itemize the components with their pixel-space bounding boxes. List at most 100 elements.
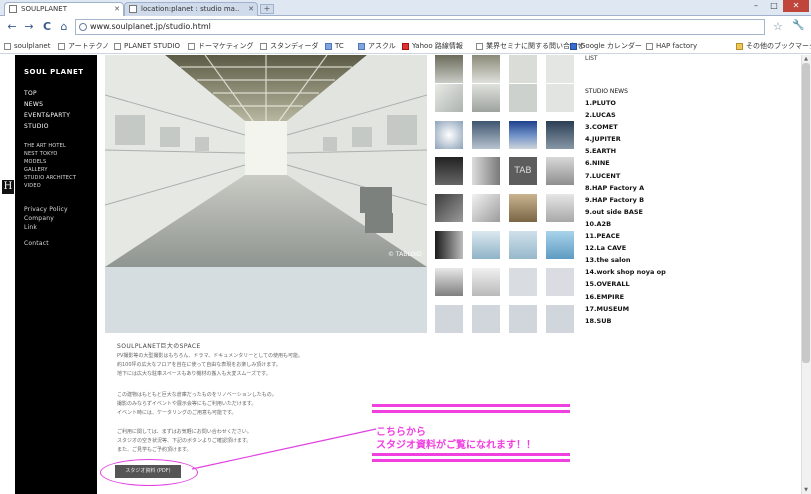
thumbnail[interactable] — [435, 194, 463, 222]
nav-contact[interactable]: Contact — [24, 239, 49, 248]
bookmark-folder[interactable]: その他のブックマーク — [736, 40, 811, 52]
home-icon[interactable]: ⌂ — [57, 20, 71, 34]
nav-gallery[interactable]: GALLERY — [24, 166, 76, 174]
news-item[interactable]: 9.HAP Factory B — [585, 194, 666, 206]
nav-company[interactable]: Company — [24, 214, 68, 223]
thumbnail[interactable] — [472, 121, 500, 149]
thumbnail[interactable] — [546, 121, 574, 149]
thumbnail[interactable] — [435, 268, 463, 296]
thumbnail[interactable] — [435, 121, 463, 149]
bookmark-item[interactable]: Yahoo 路線情報 — [402, 40, 463, 52]
thumbnail[interactable] — [435, 84, 463, 112]
thumbnail[interactable] — [472, 55, 500, 83]
nav-studio-architect[interactable]: STUDIO ARCHITECT — [24, 174, 76, 182]
wrench-menu-icon[interactable]: 🔧 — [792, 20, 804, 31]
nav-art-hotel[interactable]: THE ART HOTEL — [24, 142, 76, 150]
scroll-up-arrow-icon[interactable]: ▲ — [801, 55, 811, 63]
nav-news[interactable]: NEWS — [24, 99, 70, 110]
bookmark-item[interactable]: アートテクノ — [58, 40, 109, 52]
thumbnail[interactable] — [546, 231, 574, 259]
news-item[interactable]: 9.out side BASE — [585, 206, 666, 218]
news-item[interactable]: 12.La CAVE — [585, 242, 666, 254]
bookmark-item[interactable]: soulplanet — [4, 40, 50, 52]
nav-studio[interactable]: STUDIO — [24, 121, 70, 132]
news-item[interactable]: 3.COMET — [585, 121, 666, 133]
thumbnail[interactable] — [509, 305, 537, 333]
news-item[interactable]: 17.MUSEUM — [585, 303, 666, 315]
thumbnail[interactable] — [546, 305, 574, 333]
bookmark-star-icon[interactable]: ☆ — [773, 20, 783, 33]
thumbnail[interactable] — [546, 194, 574, 222]
tab-close-icon[interactable]: ✕ — [114, 3, 120, 15]
news-item[interactable]: 14.work shop noya op — [585, 266, 666, 278]
news-item[interactable]: 5.EARTH — [585, 145, 666, 157]
back-arrow-icon[interactable]: ← — [5, 20, 19, 34]
minimize-button[interactable]: – — [747, 0, 765, 12]
thumbnail[interactable] — [472, 84, 500, 112]
news-item[interactable]: 8.HAP Factory A — [585, 182, 666, 194]
address-bar[interactable]: www.soulplanet.jp/studio.html — [75, 19, 765, 35]
news-item[interactable]: 4.JUPITER — [585, 133, 666, 145]
tab-studio[interactable]: location:planet : studio ma.. ✕ — [124, 2, 258, 16]
news-item[interactable]: 13.the salon — [585, 254, 666, 266]
bookmark-item[interactable]: ドーマケティング — [188, 40, 253, 52]
bookmark-item[interactable]: HAP factory — [646, 40, 697, 52]
thumbnail[interactable] — [546, 157, 574, 185]
news-item[interactable]: 16.EMPIRE — [585, 291, 666, 303]
thumbnail[interactable] — [546, 84, 574, 112]
site-logo[interactable]: SOUL PLANET — [24, 68, 84, 76]
bookmark-item[interactable]: PLANET STUDIO — [114, 40, 180, 52]
news-item[interactable]: 15.OVERALL — [585, 278, 666, 290]
bookmark-item[interactable]: TC — [325, 40, 344, 52]
maximize-button[interactable]: □ — [765, 0, 783, 12]
news-item[interactable]: 18.SUB — [585, 315, 666, 327]
new-tab-button[interactable]: + — [260, 4, 274, 14]
nav-link[interactable]: Link — [24, 223, 68, 232]
forward-arrow-icon[interactable]: → — [22, 20, 36, 34]
bookmark-item[interactable]: アスクル — [358, 40, 396, 52]
thumbnail[interactable] — [509, 121, 537, 149]
news-item[interactable]: 7.LUCENT — [585, 170, 666, 182]
page-favicon-icon — [129, 5, 137, 13]
bookmark-item[interactable]: 業界セミナに関する問い合わせ — [476, 40, 584, 52]
thumbnail[interactable] — [472, 194, 500, 222]
text-line: PV撮影等の大型撮影はもちろん、ドラマ、ドキュメンタリーとしての使用も可能。 — [117, 353, 304, 359]
thumbnail[interactable] — [472, 305, 500, 333]
nav-top[interactable]: TOP — [24, 88, 70, 99]
tab-soulplanet[interactable]: SOULPLANET ✕ — [4, 2, 124, 16]
bookmark-item[interactable]: Google カレンダー — [570, 40, 642, 52]
scrollbar-thumb[interactable] — [802, 63, 810, 363]
thumbnail[interactable] — [509, 268, 537, 296]
thumbnail[interactable] — [509, 55, 537, 83]
news-item[interactable]: 10.A2B — [585, 218, 666, 230]
nav-privacy-policy[interactable]: Privacy Policy — [24, 205, 68, 214]
thumbnail[interactable] — [546, 268, 574, 296]
bookmark-item[interactable]: スタンディーダ — [260, 40, 319, 52]
thumbnail[interactable] — [435, 157, 463, 185]
thumbnail[interactable] — [546, 55, 574, 83]
nav-nest-tokyo[interactable]: NEST TOKYO — [24, 150, 76, 158]
thumbnail[interactable] — [509, 194, 537, 222]
thumbnail[interactable] — [472, 157, 500, 185]
contact-nav: Contact — [24, 239, 49, 248]
h-badge[interactable]: H — [2, 180, 14, 194]
nav-video[interactable]: VIDEO — [24, 182, 76, 190]
thumbnail[interactable] — [509, 84, 537, 112]
scroll-down-arrow-icon[interactable]: ▼ — [801, 486, 811, 494]
thumbnail[interactable] — [472, 268, 500, 296]
nav-models[interactable]: MODELS — [24, 158, 76, 166]
news-item[interactable]: 2.LUCAS — [585, 109, 666, 121]
thumbnail[interactable] — [509, 231, 537, 259]
news-item[interactable]: 6.NINE — [585, 157, 666, 169]
nav-event-party[interactable]: EVENT&PARTY — [24, 110, 70, 121]
thumbnail[interactable] — [472, 231, 500, 259]
thumbnail[interactable] — [435, 55, 463, 83]
thumbnail[interactable]: TAB — [509, 157, 537, 185]
thumbnail[interactable] — [435, 305, 463, 333]
reload-icon[interactable]: C — [40, 20, 54, 34]
close-window-button[interactable]: ✕ — [783, 0, 809, 12]
tab-close-icon[interactable]: ✕ — [248, 3, 254, 15]
news-item[interactable]: 11.PEACE — [585, 230, 666, 242]
thumbnail[interactable] — [435, 231, 463, 259]
news-item[interactable]: 1.PLUTO — [585, 97, 666, 109]
